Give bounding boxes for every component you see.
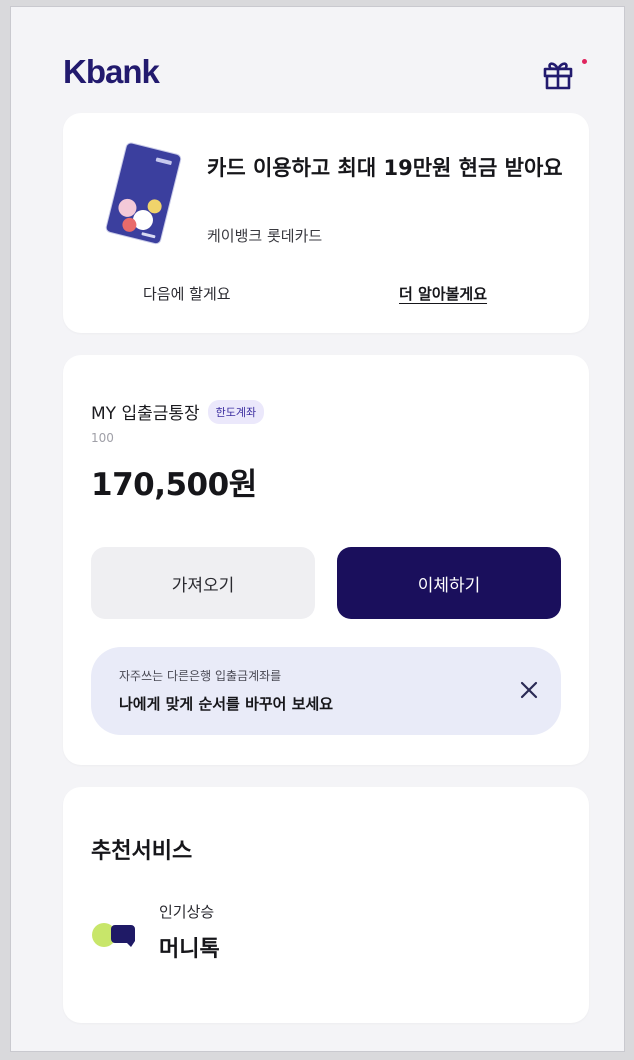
reorder-tip-banner[interactable]: 자주쓰는 다른은행 입출금계좌를 나에게 맞게 순서를 바꾸어 보세요 [91,647,561,735]
close-icon[interactable] [517,678,541,702]
learn-more-button[interactable]: 더 알아볼게요 [399,283,487,304]
chat-bubbles-icon [92,923,135,947]
recommended-services-card: 추천서비스 인기상승 머니톡 [63,787,589,1023]
service-tag: 인기상승 [159,903,215,921]
promo-title: 카드 이용하고 최대 19만원 현금 받아요 [207,156,563,180]
account-balance: 170,500원 [91,467,257,503]
bring-money-button[interactable]: 가져오기 [91,547,315,619]
credit-card-image [105,142,182,245]
tip-line2: 나에게 맞게 순서를 바꾸어 보세요 [119,695,334,713]
app-screen: Kbank 카드 이용하고 최대 19만원 현금 받아요 케이뱅크 롯데카드 다… [10,6,625,1052]
header: Kbank [11,7,624,113]
account-name-row: MY 입출금통장 한도계좌 [91,399,265,424]
transfer-button[interactable]: 이체하기 [337,547,561,619]
service-item-money-talk[interactable]: 인기상승 머니톡 [91,895,391,965]
kbank-logo: Kbank [63,53,160,90]
promo-card: 카드 이용하고 최대 19만원 현금 받아요 케이뱅크 롯데카드 다음에 할게요… [63,113,589,333]
account-name: MY 입출금통장 [91,404,200,424]
service-name: 머니톡 [159,937,220,962]
account-card[interactable]: MY 입출금통장 한도계좌 100 170,500원 가져오기 이체하기 자주쓰… [63,355,589,765]
promo-subtitle: 케이뱅크 롯데카드 [207,227,323,245]
account-number: 100 [91,431,114,445]
recommended-services-title: 추천서비스 [91,839,193,864]
notification-dot [582,59,587,64]
later-button[interactable]: 다음에 할게요 [143,283,231,304]
gift-icon[interactable] [541,57,575,91]
limit-account-badge: 한도계좌 [207,399,265,424]
tip-line1: 자주쓰는 다른은행 입출금계좌를 [119,669,282,683]
